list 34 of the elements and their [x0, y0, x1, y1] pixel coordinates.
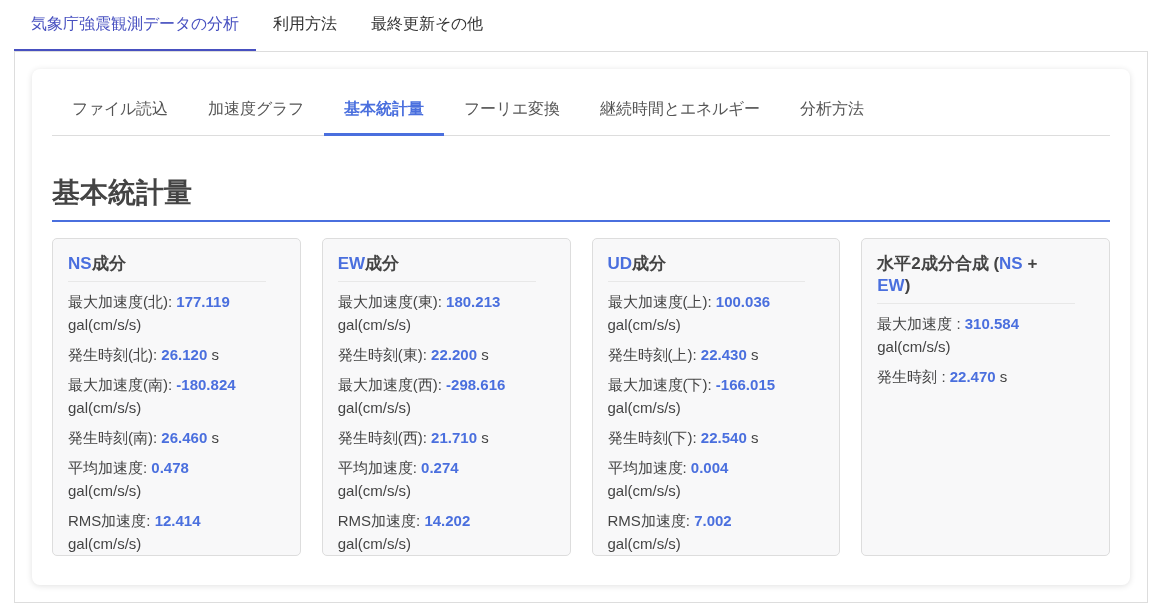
sub-tab[interactable]: ファイル読込: [52, 89, 188, 136]
section-heading: 基本統計量: [52, 174, 1110, 222]
stat-line: 最大加速度(北): 177.119 gal(cm/s/s): [68, 292, 231, 336]
stat-line: 最大加速度(東): 180.213 gal(cm/s/s): [337, 292, 502, 336]
card-title: 水平2成分合成 (NS + EW): [877, 253, 1075, 305]
stat-line: 発生時刻(東): 22.200 s: [337, 345, 490, 366]
stat-line: 平均加速度: 0.478 gal(cm/s/s): [68, 458, 190, 502]
stat-line: 平均加速度: 0.274 gal(cm/s/s): [337, 458, 460, 502]
stat-line: 発生時刻 : 22.470 s: [877, 367, 1009, 388]
card-title: NS成分: [68, 253, 266, 283]
sub-tab[interactable]: 継続時間とエネルギー: [580, 89, 780, 136]
stat-line: 平均加速度: 0.004 gal(cm/s/s): [607, 458, 730, 502]
sub-tab[interactable]: フーリエ変換: [444, 89, 580, 136]
stat-line: RMS加速度: 7.002 gal(cm/s/s): [607, 511, 733, 555]
stat-line: 発生時刻(上): 22.430 s: [607, 345, 760, 366]
stat-line: RMS加速度: 14.202 gal(cm/s/s): [337, 511, 472, 555]
card-title: EW成分: [337, 253, 536, 283]
stat-line: 発生時刻(北): 26.120 s: [68, 345, 220, 366]
stat-line: 最大加速度(上): 100.036 gal(cm/s/s): [607, 292, 772, 336]
stat-line: 発生時刻(下): 22.540 s: [607, 428, 760, 449]
stat-line: 最大加速度(西): -298.616 gal(cm/s/s): [337, 375, 507, 419]
main-tab[interactable]: 利用方法: [256, 0, 354, 51]
stat-line: 最大加速度(下): -166.015 gal(cm/s/s): [607, 375, 777, 419]
stat-line: 発生時刻(西): 21.710 s: [337, 428, 490, 449]
sub-tab[interactable]: 分析方法: [780, 89, 884, 136]
stat-line: 発生時刻(南): 26.460 s: [68, 428, 220, 449]
stat-line: 最大加速度(南): -180.824 gal(cm/s/s): [68, 375, 237, 419]
stat-line: 最大加速度 : 310.584 gal(cm/s/s): [877, 314, 1020, 358]
stat-line: RMS加速度: 12.414 gal(cm/s/s): [68, 511, 202, 555]
main-tab[interactable]: 気象庁強震観測データの分析: [14, 0, 256, 51]
sub-tab[interactable]: 加速度グラフ: [188, 89, 324, 136]
sub-tab[interactable]: 基本統計量: [324, 89, 444, 136]
card-title: UD成分: [607, 253, 806, 283]
main-tab[interactable]: 最終更新その他: [354, 0, 500, 51]
